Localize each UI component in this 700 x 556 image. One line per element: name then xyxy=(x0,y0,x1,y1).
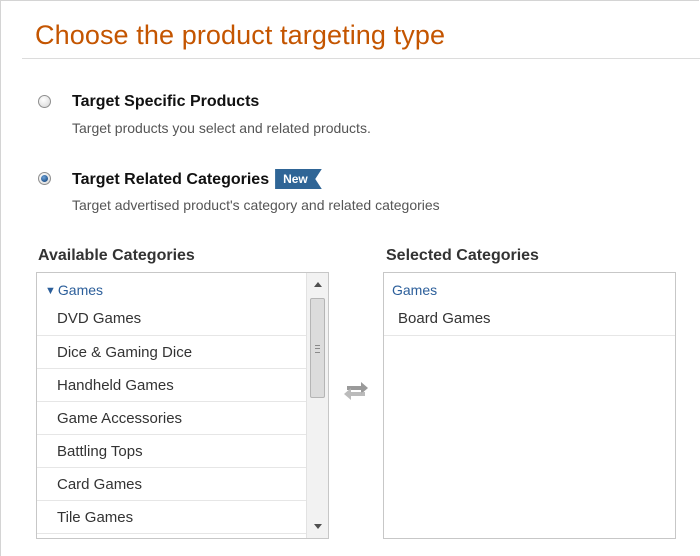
list-item[interactable]: Dice & Gaming Dice xyxy=(37,336,306,369)
list-item[interactable]: Handheld Games xyxy=(37,369,306,402)
radio-target-specific-products[interactable] xyxy=(38,95,51,108)
page-title: Choose the product targeting type xyxy=(35,20,446,50)
swap-arrows-icon[interactable] xyxy=(341,377,371,405)
available-items: DVD Games Dice & Gaming Dice Handheld Ga… xyxy=(37,302,306,534)
selected-categories-label: Selected Categories xyxy=(386,247,539,264)
list-item[interactable]: Card Games xyxy=(37,468,306,501)
new-badge: New xyxy=(275,169,322,189)
arrow-down-icon[interactable] xyxy=(314,524,322,529)
group-label[interactable]: Games xyxy=(58,282,103,298)
option-description: Target advertised product's category and… xyxy=(72,197,440,213)
list-item[interactable]: Tile Games xyxy=(37,501,306,534)
scrollbar-thumb[interactable] xyxy=(310,298,325,398)
option-title[interactable]: Target Specific Products xyxy=(72,93,259,111)
arrow-up-icon[interactable] xyxy=(314,282,322,287)
title-divider xyxy=(22,58,700,59)
available-categories-list[interactable]: ▼ Games DVD Games Dice & Gaming Dice Hand… xyxy=(36,272,329,539)
radio-target-related-categories[interactable] xyxy=(38,172,51,185)
list-item[interactable]: Board Games xyxy=(384,302,675,336)
list-item[interactable]: Battling Tops xyxy=(37,435,306,468)
list-item[interactable]: DVD Games xyxy=(37,302,306,336)
available-categories-label: Available Categories xyxy=(38,247,195,264)
category-group-games[interactable]: ▼ Games xyxy=(45,282,103,298)
group-label[interactable]: Games xyxy=(392,282,437,298)
scrollbar[interactable] xyxy=(306,273,328,538)
category-group-games[interactable]: Games xyxy=(392,282,437,298)
selected-items: Board Games xyxy=(384,302,675,336)
triangle-down-icon[interactable]: ▼ xyxy=(45,285,56,297)
list-item[interactable]: Game Accessories xyxy=(37,402,306,435)
selected-categories-list[interactable]: Games Board Games xyxy=(383,272,676,539)
option-title-wrap[interactable]: Target Related Categories New xyxy=(72,169,322,190)
grip-icon xyxy=(315,345,320,353)
option-title[interactable]: Target Related Categories xyxy=(72,171,269,188)
option-description: Target products you select and related p… xyxy=(72,120,371,136)
